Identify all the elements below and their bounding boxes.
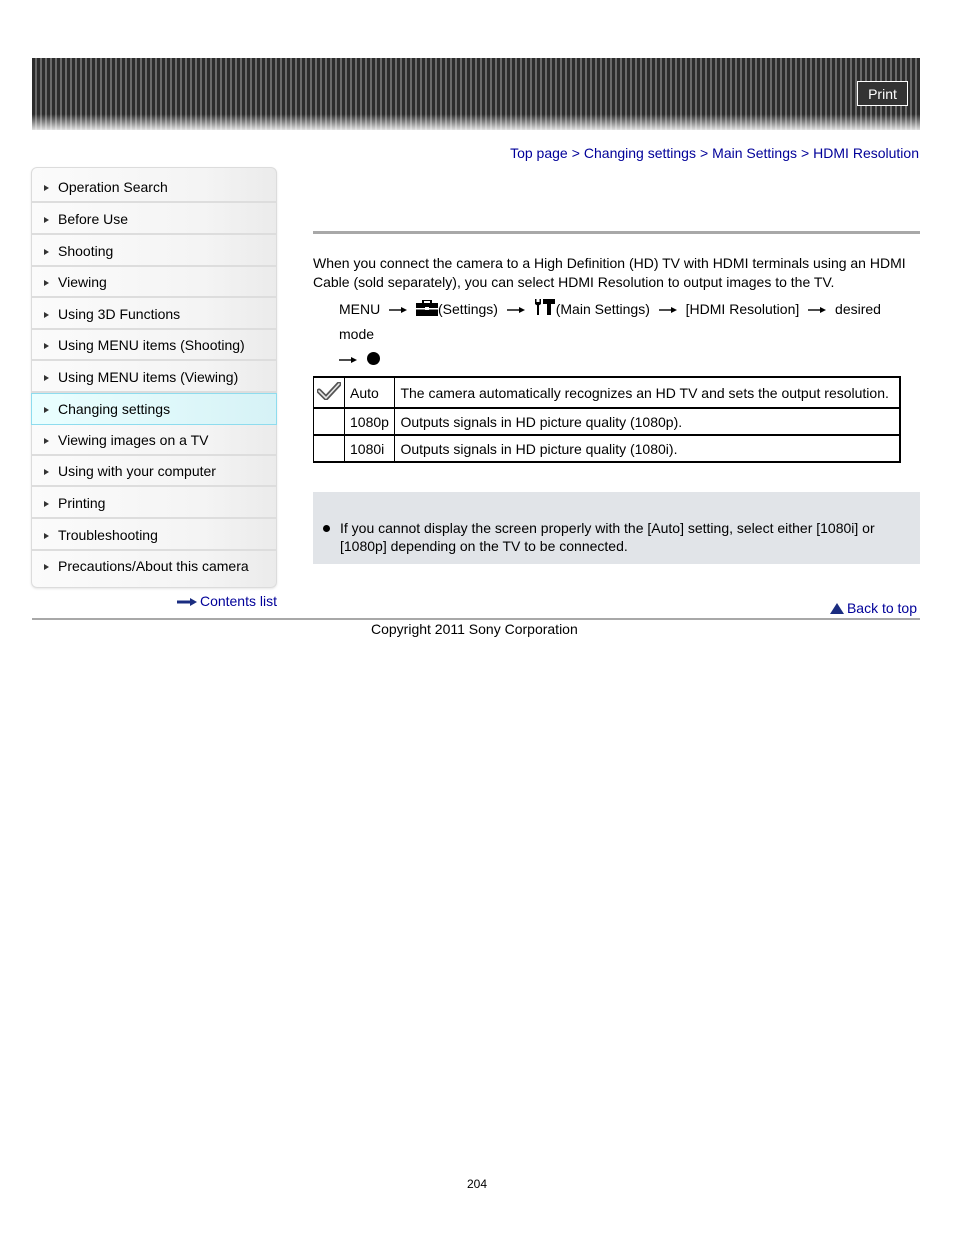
checkmark-icon [316,381,342,401]
contents-list-link[interactable]: Contents list [176,593,277,609]
breadcrumb-separator: > [571,145,580,161]
default-mark-cell [313,434,345,463]
breadcrumb-top-page[interactable]: Top page [510,145,568,161]
breadcrumb-separator: > [800,145,810,161]
bullet-dot-icon [367,352,380,365]
breadcrumb-changing-settings[interactable]: Changing settings [584,145,696,161]
sidebar-item-label: Viewing [58,274,107,290]
sidebar-item-menu-shooting[interactable]: Using MENU items (Shooting) [32,330,276,361]
arrow-right-icon [658,307,677,314]
sidebar-item-computer[interactable]: Using with your computer [32,456,276,487]
sidebar-item-before-use[interactable]: Before Use [32,204,276,235]
sidebar-item-label: Troubleshooting [58,527,158,543]
hdmi-resolution-label: [HDMI Resolution] [685,301,800,317]
settings-label: (Settings) [438,301,498,317]
triangle-up-icon [829,603,844,614]
title-divider [313,231,920,234]
triangle-right-icon [44,217,49,223]
mode-name: 1080p [343,407,396,436]
triangle-right-icon [44,501,49,507]
bullet-icon [323,525,330,532]
menu-label: MENU [339,301,381,317]
table-row: Auto The camera automatically recognizes… [313,376,902,409]
sidebar-item-viewing-on-tv[interactable]: Viewing images on a TV [32,425,276,456]
sidebar-item-menu-viewing[interactable]: Using MENU items (Viewing) [32,362,276,393]
sidebar-item-label: Using MENU items (Viewing) [58,369,239,385]
triangle-right-icon [44,469,49,475]
sidebar-item-label: Using with your computer [58,463,216,479]
triangle-right-icon [44,249,49,255]
intro-paragraph: When you connect the camera to a High De… [313,255,906,290]
sidebar-item-label: Operation Search [58,179,168,195]
sidebar-item-label: Viewing images on a TV [58,432,209,448]
breadcrumb-separator: > [699,145,709,161]
sidebar-item-shooting[interactable]: Shooting [32,236,276,267]
triangle-right-icon [44,343,49,349]
default-mark-cell [313,407,345,436]
sidebar-item-label: Before Use [58,211,129,227]
sidebar-item-label: Using MENU items (Shooting) [58,337,245,353]
sidebar-item-printing[interactable]: Printing [32,488,276,519]
sidebar-item-label: Printing [58,495,106,511]
sidebar-nav: Operation Search Before Use Shooting Vie… [31,167,277,588]
triangle-right-icon [44,280,49,286]
page-number: 204 [466,1177,488,1191]
mode-name: Auto [343,376,396,409]
back-to-top-link[interactable]: Back to top [829,600,917,616]
default-mark-cell [313,376,345,409]
header-banner: Print [32,58,920,130]
toolbox-icon [416,300,439,316]
sidebar-item-label: Precautions/About this camera [58,558,249,574]
arrow-right-icon [339,357,357,364]
breadcrumb: Top page > Changing settings > Main Settings… [510,145,919,161]
sidebar-item-precautions[interactable]: Precautions/About this camera [32,551,276,582]
copyright: Copyright 2011 Sony Corporation [371,621,578,637]
back-to-top-label: Back to top [846,600,917,616]
sidebar-item-operation-search[interactable]: Operation Search [32,172,276,203]
arrow-right-icon [389,307,408,314]
triangle-right-icon [44,375,49,381]
breadcrumb-main-settings[interactable]: Main Settings [712,145,797,161]
mode-description: Outputs signals in HD picture quality (1… [394,407,902,436]
triangle-right-icon [44,312,49,318]
sidebar-item-viewing[interactable]: Viewing [32,267,276,298]
table-row: 1080i Outputs signals in HD picture qual… [313,434,902,463]
triangle-right-icon [44,564,49,570]
sidebar-item-troubleshooting[interactable]: Troubleshooting [32,520,276,551]
menu-path: MENU (Settings) (Main Settings) [HDMI Re… [339,297,919,372]
sidebar-item-3d-functions[interactable]: Using 3D Functions [32,299,276,330]
note-item: If you cannot display the screen properl… [340,520,875,554]
modes-table: Auto The camera automatically recognizes… [313,376,902,463]
breadcrumb-hdmi-resolution[interactable]: HDMI Resolution [813,145,919,161]
mode-name: 1080i [343,434,396,463]
sidebar-item-changing-settings[interactable]: Changing settings [31,393,277,425]
triangle-right-icon [44,407,49,413]
triangle-right-icon [44,533,49,539]
sidebar-item-label: Using 3D Functions [58,306,181,322]
triangle-right-icon [44,185,49,191]
arrow-right-icon [506,307,525,314]
arrow-right-icon [808,307,827,314]
triangle-right-icon [44,438,49,444]
contents-list-label: Contents list [199,593,277,609]
notes-box: If you cannot display the screen properl… [313,492,920,564]
table-row: 1080p Outputs signals in HD picture qual… [313,407,902,436]
arrow-right-icon [176,598,197,607]
mode-description: The camera automatically recognizes an H… [394,376,902,409]
print-button[interactable]: Print [857,81,908,106]
mode-description: Outputs signals in HD picture quality (1… [394,434,902,463]
wrench-hammer-icon [534,299,555,315]
main-settings-label: (Main Settings) [555,301,650,317]
sidebar-item-label: Changing settings [58,401,171,417]
sidebar-item-label: Shooting [58,243,114,259]
